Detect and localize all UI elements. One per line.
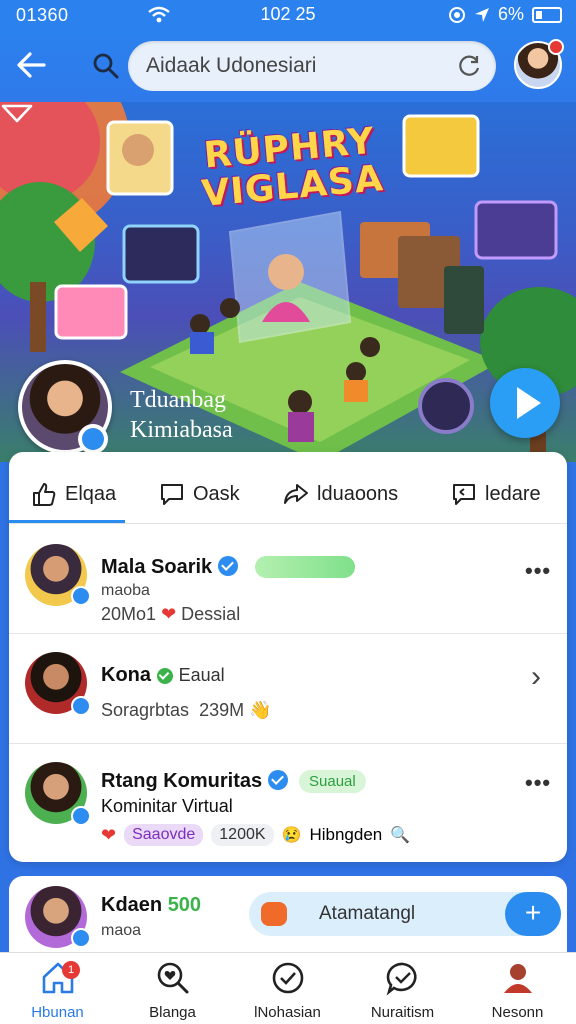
nav-messages[interactable]: Nuraitism bbox=[345, 959, 460, 1021]
hero-banner: RÜPHRY VIGLASA Tduanbag Kimiabasa bbox=[0, 102, 576, 462]
verified-badge-icon bbox=[71, 806, 91, 826]
item-title: Rtang Komuritas bbox=[101, 770, 289, 793]
notification-icon bbox=[261, 902, 287, 926]
magnifier-emoji-icon: 🔍 bbox=[390, 827, 411, 844]
person-icon bbox=[503, 964, 532, 993]
verified-badge-icon bbox=[71, 928, 91, 948]
community-name-line-1: Tduanbag bbox=[130, 387, 226, 413]
composer-bar[interactable]: Atamatangl + bbox=[249, 892, 561, 936]
chat-bubble-icon bbox=[386, 962, 417, 996]
chevron-down-icon[interactable] bbox=[0, 102, 34, 126]
thumbs-up-icon bbox=[33, 483, 56, 506]
search-heart-icon bbox=[157, 962, 188, 994]
verified-badge-icon bbox=[71, 696, 91, 716]
verified-check-icon bbox=[268, 770, 289, 790]
bottom-navigation: 1 Hbunan Blanga lNohasian Nuraitism Neso… bbox=[0, 952, 576, 1024]
film-reel-icon[interactable] bbox=[418, 378, 474, 434]
status-bar: 01360 102 25 6% bbox=[0, 0, 576, 30]
nav-search[interactable]: Blanga bbox=[115, 959, 230, 1021]
location-arrow-icon bbox=[474, 7, 489, 22]
verified-badge-icon bbox=[78, 424, 108, 454]
status-badge: Suaual bbox=[299, 770, 366, 793]
nav-profile[interactable]: Nesonn bbox=[460, 959, 575, 1021]
reply-bubble-icon bbox=[453, 484, 475, 505]
search-input[interactable] bbox=[146, 49, 446, 83]
progress-pill bbox=[255, 556, 355, 578]
nav-label: Hbunan bbox=[31, 1004, 84, 1021]
refresh-icon[interactable] bbox=[456, 53, 482, 79]
status-right: 6% bbox=[448, 4, 562, 25]
item-title: Mala Soarik bbox=[101, 556, 239, 579]
active-tab-indicator bbox=[9, 520, 125, 523]
user-avatar[interactable] bbox=[514, 39, 564, 89]
hands-icon: 👋 bbox=[249, 700, 272, 720]
verified-check-icon bbox=[218, 556, 239, 576]
item-title: Kona Eaual bbox=[101, 664, 225, 686]
verified-badge-icon bbox=[71, 586, 91, 606]
tab-bar: Elqaa Oask lduaoons ledare bbox=[9, 452, 567, 524]
count-pill: 1200K bbox=[211, 824, 274, 846]
item-title: Kdaen 500 bbox=[101, 894, 202, 916]
item-subtitle: maoba bbox=[101, 582, 150, 599]
top-bar bbox=[0, 30, 576, 102]
community-name-line-2: Kimiabasa bbox=[130, 417, 233, 443]
play-button[interactable] bbox=[490, 368, 560, 438]
share-arrow-icon bbox=[284, 484, 308, 504]
more-options-icon[interactable]: ••• bbox=[525, 770, 551, 796]
tab-label: Oask bbox=[193, 482, 240, 505]
item-meta-text: Hibngden bbox=[309, 825, 383, 844]
composer-text: Atamatangl bbox=[319, 903, 416, 924]
tab-reply[interactable]: ledare bbox=[451, 478, 541, 510]
list-item[interactable]: Kona Eaual Soragrbtas 239M 👋 › bbox=[9, 634, 567, 744]
heart-icon: ❤ bbox=[161, 604, 177, 624]
back-arrow-icon[interactable] bbox=[14, 48, 50, 82]
target-icon bbox=[448, 6, 465, 23]
nav-notifications[interactable]: lNohasian bbox=[230, 959, 345, 1021]
item-subtitle: maoa bbox=[101, 922, 142, 939]
item-meta: ❤ Saaovde 1200K 😢 Hibngden 🔍 bbox=[101, 824, 410, 846]
item-meta: 20Mo1 ❤ Dessial bbox=[101, 604, 241, 624]
tag-pill: Saaovde bbox=[124, 824, 204, 846]
more-options-icon[interactable]: ••• bbox=[525, 558, 551, 584]
verified-check-icon bbox=[157, 668, 173, 684]
tab-label: ledare bbox=[485, 482, 541, 505]
tab-label: lduaoons bbox=[317, 482, 399, 505]
tab-comment[interactable]: Oask bbox=[159, 478, 240, 510]
comment-icon bbox=[161, 484, 183, 505]
search-icon[interactable] bbox=[92, 52, 120, 80]
nav-home[interactable]: 1 Hbunan bbox=[0, 959, 115, 1021]
feed-card-partial: Kdaen 500 maoa Atamatangl + bbox=[9, 876, 567, 956]
nav-label: Nesonn bbox=[491, 1004, 544, 1021]
list-item[interactable]: Rtang Komuritas Suaual Kominitar Virtual… bbox=[9, 744, 567, 862]
emoji-icon: 😢 bbox=[281, 827, 302, 844]
search-bar[interactable] bbox=[128, 41, 496, 91]
nav-label: lNohasian bbox=[254, 1004, 321, 1021]
feed-card: Elqaa Oask lduaoons ledare Mala Soarik m… bbox=[9, 452, 567, 862]
list-item[interactable]: Mala Soarik maoba 20Mo1 ❤ Dessial ••• bbox=[9, 524, 567, 634]
clock-check-icon bbox=[272, 962, 303, 994]
nav-label: Nuraitism bbox=[370, 1004, 435, 1021]
tab-label: Elqaa bbox=[65, 482, 117, 505]
tab-share[interactable]: lduaoons bbox=[283, 478, 398, 510]
battery-percent: 6% bbox=[497, 4, 524, 24]
item-subtitle: Kominitar Virtual bbox=[101, 796, 233, 816]
heart-icon: ❤ bbox=[101, 824, 117, 845]
battery-icon bbox=[532, 6, 562, 23]
send-button[interactable]: + bbox=[505, 892, 561, 936]
tab-like[interactable]: Elqaa bbox=[31, 478, 116, 510]
item-meta: Soragrbtas 239M 👋 bbox=[101, 700, 272, 720]
chevron-right-icon[interactable]: › bbox=[531, 660, 541, 694]
nav-badge: 1 bbox=[62, 961, 80, 979]
notification-dot bbox=[548, 39, 564, 55]
nav-label: Blanga bbox=[149, 1004, 196, 1021]
